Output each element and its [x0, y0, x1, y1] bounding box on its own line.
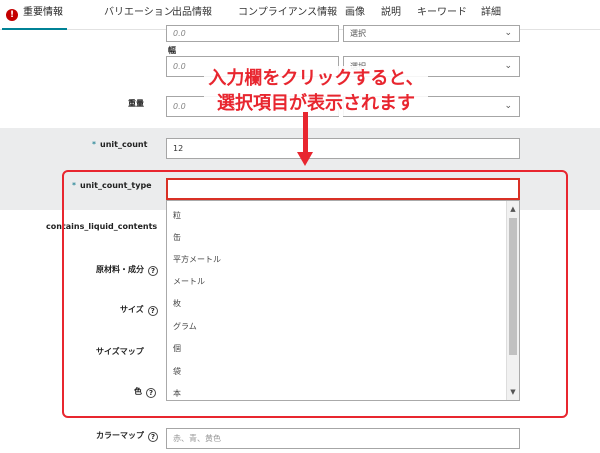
tab-label: 重要情報: [23, 7, 63, 18]
error-icon: !: [6, 9, 18, 21]
required-marker: *: [92, 140, 96, 149]
unit-count-input[interactable]: 12: [166, 138, 520, 159]
input-placeholder: 赤、青、黄色: [173, 434, 221, 443]
unit-count-label: * unit_count: [92, 140, 147, 149]
tab-important-info[interactable]: ! 重要情報: [2, 0, 67, 30]
label-text: カラーマップ: [96, 431, 144, 440]
weight-label: 重量: [128, 99, 144, 108]
annotation-line-2: 選択項目が表示されます: [204, 91, 428, 116]
chevron-down-icon: ⌄: [504, 101, 512, 111]
arrow-down-icon: [297, 152, 313, 166]
select-value: 選択: [350, 29, 366, 38]
annotation-arrow-icon: [303, 112, 308, 154]
help-icon[interactable]: ?: [148, 432, 158, 442]
color-map-label: カラーマップ?: [96, 430, 158, 442]
dimension-unit-select[interactable]: 選択 ⌄: [343, 25, 520, 42]
chevron-down-icon: ⌄: [504, 28, 512, 38]
width-label: 幅: [168, 46, 176, 55]
annotation-callout: 入力欄をクリックすると、 選択項目が表示されます: [204, 66, 428, 116]
tab-variations[interactable]: バリエーション: [104, 0, 174, 30]
color-map-input[interactable]: 赤、青、黄色: [166, 428, 520, 449]
chevron-down-icon: ⌄: [504, 61, 512, 71]
dimension-value-input[interactable]: 0.0: [166, 25, 339, 42]
annotation-line-1: 入力欄をクリックすると、: [204, 66, 428, 91]
label-text: unit_count: [100, 140, 148, 149]
annotation-frame: [62, 170, 568, 418]
